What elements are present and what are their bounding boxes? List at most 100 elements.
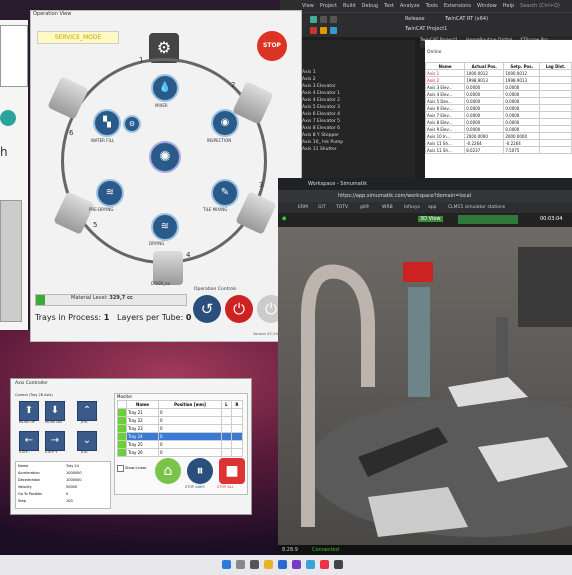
menu-tools[interactable]: Tools bbox=[426, 3, 438, 9]
move-down-button[interactable]: ⬇ bbox=[45, 401, 65, 421]
menu-build[interactable]: Build bbox=[343, 3, 356, 9]
table-row[interactable]: Axis 7 Elev... 0.0000 0.0000 bbox=[424, 111, 572, 119]
view-mode-button[interactable]: 3D View bbox=[418, 216, 443, 222]
menu-analyze[interactable]: Analyze bbox=[400, 3, 420, 9]
table-row[interactable]: Axis 11 Sh... -0.2264 -0.2264 bbox=[424, 139, 572, 147]
shutter-center-icon[interactable]: ✺ bbox=[149, 141, 181, 173]
bookmark[interactable]: Infosys bbox=[404, 205, 420, 210]
home-button[interactable]: ⌂ bbox=[155, 458, 181, 484]
table-row[interactable]: Axis 6 Elev... 0.0000 0.0000 bbox=[424, 104, 572, 112]
table-row[interactable]: Axis 3 Elev... 0.0000 0.0000 bbox=[424, 83, 572, 91]
menu-extensions[interactable]: Extensions bbox=[444, 3, 471, 9]
app-icon[interactable] bbox=[306, 560, 315, 569]
step-plus-button[interactable]: → bbox=[45, 431, 65, 451]
tree-item[interactable]: Axis 4 Elevator 1 bbox=[302, 91, 340, 96]
menu-view[interactable]: View bbox=[302, 3, 314, 9]
toolbar-icon[interactable] bbox=[310, 27, 317, 34]
file-explorer-icon[interactable] bbox=[264, 560, 273, 569]
project-dropdown[interactable]: TwinCAT Project1 bbox=[405, 26, 447, 32]
monitor-row[interactable]: Tray 23 0 bbox=[117, 424, 244, 433]
visual-studio-icon[interactable] bbox=[292, 560, 301, 569]
drying-icon[interactable]: ≋ bbox=[151, 213, 179, 241]
monitor-row[interactable]: Tray 21 0 bbox=[117, 408, 244, 417]
url-text[interactable]: https://app.simumatik.com/workspace?doma… bbox=[338, 193, 471, 199]
chrome-icon[interactable] bbox=[320, 560, 329, 569]
mixing-tool-icon[interactable]: ✎ bbox=[211, 179, 239, 207]
monitor-row[interactable]: Tray 25 0 bbox=[117, 440, 244, 449]
tree-item[interactable]: Axis 4 Elevator 2 bbox=[302, 98, 340, 103]
menu-help[interactable]: Help bbox=[503, 3, 514, 9]
online-label[interactable]: Online bbox=[427, 50, 442, 55]
menu-project[interactable]: Project bbox=[320, 3, 337, 9]
windows-start-icon[interactable] bbox=[222, 560, 231, 569]
stop-all-button[interactable]: ■ bbox=[219, 458, 245, 484]
address-bar[interactable]: https://app.simumatik.com/workspace?doma… bbox=[278, 190, 572, 202]
sim-tool-buttons[interactable] bbox=[458, 215, 518, 224]
param-value[interactable]: 100 bbox=[66, 499, 73, 503]
toolbar-icon[interactable] bbox=[330, 27, 337, 34]
monitor-row[interactable]: Tray 26 0 bbox=[117, 448, 244, 457]
water-fill-icon[interactable]: ▚ bbox=[93, 109, 121, 137]
param-value[interactable]: 0 bbox=[66, 492, 68, 496]
param-value[interactable]: 1000000 bbox=[66, 478, 82, 482]
reset-button[interactable]: ↺ bbox=[193, 295, 221, 323]
tree-item[interactable]: Axis 7 Elevator 5 bbox=[302, 119, 340, 124]
edge-icon[interactable] bbox=[278, 560, 287, 569]
jog-down-button[interactable]: ⌄ bbox=[77, 431, 97, 451]
bookmark[interactable]: TOTV bbox=[336, 205, 348, 210]
taskview-icon[interactable] bbox=[250, 560, 259, 569]
table-row[interactable]: Axis 9 Elev... 0.0000 0.0000 bbox=[424, 125, 572, 133]
bookmark[interactable]: CLM15 simulator stations bbox=[448, 205, 505, 210]
sliders-icon[interactable] bbox=[0, 110, 16, 126]
param-value[interactable]: 50000 bbox=[66, 485, 77, 489]
search-icon[interactable] bbox=[236, 560, 245, 569]
tree-item[interactable]: Axis 8 Y Stopper bbox=[302, 133, 339, 138]
table-row[interactable]: Axis 5 Dev... 0.0000 0.0000 bbox=[424, 97, 572, 105]
toolbar-icon[interactable] bbox=[320, 27, 327, 34]
target-dropdown[interactable]: TwinCAT RT (x64) bbox=[445, 16, 488, 22]
table-row[interactable]: Axis 11 Sh... 8.0237 7.5075 bbox=[424, 146, 572, 154]
pause-button[interactable]: ⏸ bbox=[187, 458, 213, 484]
monitor-row[interactable]: Tray 22 0 bbox=[117, 416, 244, 425]
app-icon[interactable] bbox=[334, 560, 343, 569]
table-row[interactable]: Axis 8 Elev... 0.0000 0.0000 bbox=[424, 118, 572, 126]
stop-button[interactable]: STOP bbox=[257, 31, 287, 61]
table-row[interactable]: Axis 2 1998.9013 1998.9013 bbox=[424, 76, 572, 84]
tree-item[interactable]: Axis 5 Elevator 3 bbox=[302, 105, 340, 110]
monitor-row[interactable]: Tray 24 0 bbox=[117, 432, 244, 441]
toolbar-icon[interactable] bbox=[310, 16, 317, 23]
menu-window[interactable]: Window bbox=[477, 3, 497, 9]
tree-item[interactable]: Axis 10_ Ink Pump bbox=[302, 140, 343, 145]
menu-debug[interactable]: Debug bbox=[362, 3, 378, 9]
menu-test[interactable]: Test bbox=[384, 3, 394, 9]
param-value[interactable]: Tray 24 bbox=[66, 464, 79, 468]
bookmark[interactable]: git9 bbox=[360, 205, 369, 210]
tree-item[interactable]: Axis 1 bbox=[302, 70, 316, 75]
mixer-drop-icon[interactable]: 💧 bbox=[151, 74, 179, 102]
browser-tab[interactable]: Workspace - Simumatik bbox=[308, 181, 367, 187]
param-value[interactable]: 1000000 bbox=[66, 471, 82, 475]
move-up-button[interactable]: ⬆ bbox=[19, 401, 39, 421]
toolbar-icon[interactable] bbox=[330, 16, 337, 23]
tree-item[interactable]: Axis 2 bbox=[302, 77, 316, 82]
bookmark[interactable]: GIT bbox=[318, 205, 326, 210]
grid-header[interactable]: Lag Dist. bbox=[539, 62, 572, 70]
search-box[interactable]: Search (Ctrl+Q) bbox=[520, 3, 560, 9]
config-dropdown[interactable]: Release bbox=[405, 16, 425, 22]
show-linear-checkbox[interactable] bbox=[117, 465, 124, 472]
power-button[interactable]: ⏻ bbox=[225, 295, 253, 323]
bookmark[interactable]: app bbox=[428, 205, 436, 210]
gear-small-icon[interactable]: ⚙ bbox=[123, 115, 141, 133]
table-row[interactable]: Axis 1 1000.0012 1000.0012 bbox=[424, 69, 572, 77]
tree-item[interactable]: Axis 3 Elevator bbox=[302, 84, 336, 89]
tree-item[interactable]: Axis 6 Elevator 4 bbox=[302, 112, 340, 117]
bookmark[interactable]: WRB bbox=[382, 205, 393, 210]
left-list[interactable] bbox=[0, 25, 28, 87]
grid-header[interactable]: Setp. Pos. bbox=[503, 62, 541, 70]
table-row[interactable]: Axis 10 In... 2000.0000 2000.0000 bbox=[424, 132, 572, 140]
grid-header[interactable]: Name bbox=[424, 62, 466, 70]
predrying-icon[interactable]: ≋ bbox=[96, 179, 124, 207]
3d-scene-viewport[interactable] bbox=[278, 227, 572, 545]
table-row[interactable]: Axis 4 Elev... 0.0000 0.0000 bbox=[424, 90, 572, 98]
grid-header[interactable]: Actual Pos. bbox=[464, 62, 505, 70]
